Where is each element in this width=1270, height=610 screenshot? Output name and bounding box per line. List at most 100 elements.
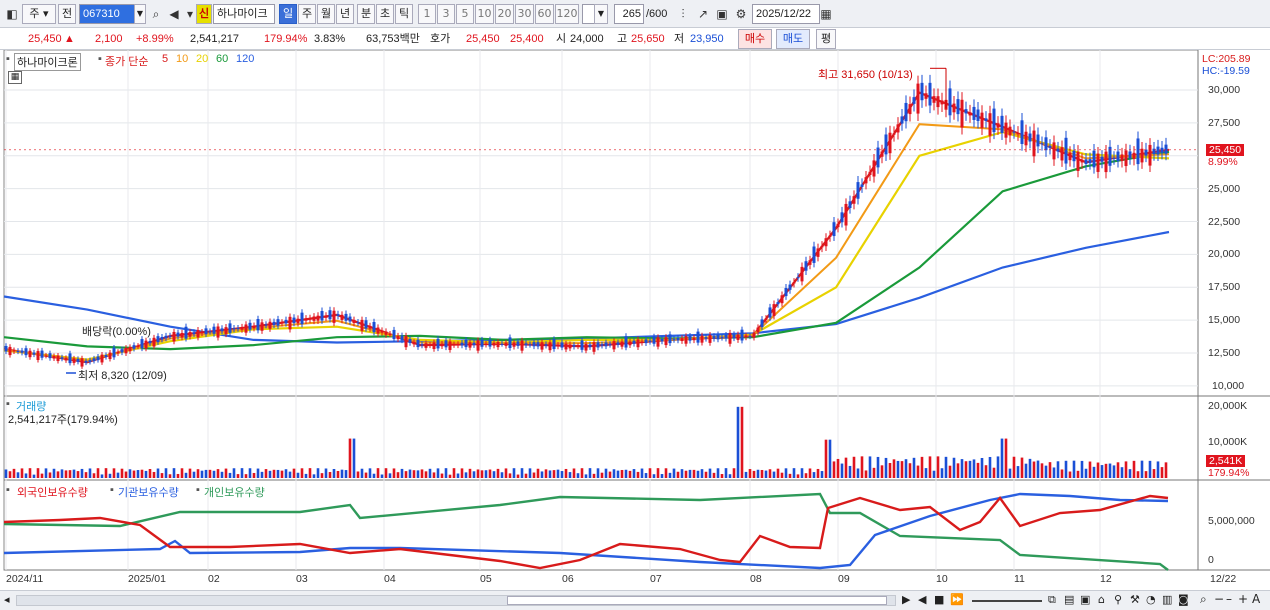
chart-icon[interactable]: ▥ (1162, 593, 1172, 606)
y-tick: 10,000 (1212, 380, 1245, 392)
quote-change-pct: +8.99% (136, 33, 174, 45)
play-icon[interactable]: ▶ (902, 593, 910, 606)
font-size-icon[interactable]: A (1252, 592, 1260, 606)
window-icon[interactable]: ◧ (4, 6, 20, 22)
table-icon[interactable]: ▦ (8, 71, 22, 84)
volume-bar (972, 459, 976, 478)
candle-body (836, 223, 840, 228)
volume-bar (388, 473, 392, 478)
chart-canvas[interactable] (0, 50, 1270, 590)
link-icon[interactable]: ⚲ (1114, 593, 1122, 606)
x-tick: 06 (562, 573, 574, 585)
search-icon[interactable]: ⌕ (1200, 592, 1207, 607)
interval-10-button[interactable]: 10 (475, 4, 494, 24)
lock-icon[interactable]: ⌂ (1098, 593, 1105, 606)
market-select[interactable]: 주 ▾ (22, 4, 56, 24)
zoom-slider[interactable] (972, 600, 1042, 602)
capture-icon[interactable]: ◙ (1178, 593, 1189, 606)
eval-button[interactable]: 평 (816, 29, 836, 49)
tools-icon[interactable]: ⚒ (1130, 593, 1140, 606)
candle-body (268, 321, 272, 329)
zoom-in-icon[interactable]: + (1238, 592, 1248, 606)
candle-body (596, 342, 600, 348)
compare-icon[interactable]: ↗ (695, 6, 711, 22)
volume-bar (864, 470, 868, 478)
interval-60-button[interactable]: 60 (535, 4, 554, 24)
interval-3-button[interactable]: 3 (437, 4, 455, 24)
zoom-out-icon[interactable]: − (1214, 592, 1224, 606)
period-day-button[interactable]: 일 (279, 4, 297, 24)
interval-20-button[interactable]: 20 (495, 4, 514, 24)
period-tick-button[interactable]: 틱 (395, 4, 413, 24)
custom-interval-dropdown[interactable]: ▼ (594, 4, 608, 24)
volume-bar (1024, 463, 1028, 478)
interval-5-button[interactable]: 5 (456, 4, 474, 24)
sell-button[interactable]: 매도 (776, 29, 810, 49)
volume-bar (296, 472, 300, 478)
volume-bar (1068, 471, 1072, 478)
candle-body (472, 342, 476, 346)
volume-bar (816, 468, 820, 478)
period-week-button[interactable]: 주 (298, 4, 316, 24)
minus-icon[interactable]: – (1226, 592, 1232, 606)
price-panel-title[interactable]: 하나마이크론 (14, 53, 81, 71)
candle-icon[interactable]: ⫶ (675, 6, 691, 22)
interval-1-button[interactable]: 1 (418, 4, 436, 24)
save-icon[interactable]: ▣ (714, 6, 730, 22)
volume-bar (912, 457, 916, 478)
candle-body (820, 245, 824, 248)
grid-icon[interactable]: ▤ (1064, 593, 1074, 606)
date-input[interactable]: 2025/12/22 (752, 4, 820, 24)
copy-icon[interactable]: ⧉ (1048, 593, 1056, 607)
count-input[interactable]: 265 (614, 4, 644, 24)
volume-bar (1060, 469, 1064, 478)
candle-body (456, 344, 460, 346)
volume-bar (128, 469, 132, 478)
scroll-left-icon[interactable]: ◂ (4, 593, 10, 606)
code-dropdown-button[interactable]: ▼ (134, 4, 146, 24)
candle-body (576, 346, 580, 348)
prev-button[interactable]: 전 (58, 4, 76, 24)
search-icon[interactable]: ⌕ (148, 6, 164, 22)
speaker-icon[interactable]: ◀ (166, 6, 182, 22)
candle-body (1140, 148, 1144, 163)
candle-body (504, 342, 508, 346)
lc-label: LC:205.89 (1202, 53, 1251, 65)
candle-body (584, 343, 588, 351)
volume-bar (1148, 460, 1152, 478)
stock-code-input[interactable]: 067310 (79, 4, 135, 24)
candle-body (920, 82, 924, 101)
candle-body (1040, 143, 1044, 145)
interval-30-button[interactable]: 30 (515, 4, 534, 24)
quote-price: 25,450 (28, 33, 62, 45)
volume-bar (1052, 467, 1056, 478)
volume-bar (536, 468, 540, 478)
calendar-icon[interactable]: ▦ (818, 6, 834, 22)
interval-120-button[interactable]: 120 (555, 4, 579, 24)
buy-button[interactable]: 매수 (738, 29, 772, 49)
period-second-button[interactable]: 초 (376, 4, 394, 24)
stock-name-field[interactable]: 하나마이크 (213, 4, 275, 24)
volume-bar (488, 469, 492, 478)
bell-icon[interactable]: ◔ (1146, 593, 1156, 606)
volume-bar (136, 470, 140, 478)
period-minute-button[interactable]: 분 (357, 4, 375, 24)
print-icon[interactable]: ▣ (1080, 593, 1090, 606)
candle-body (164, 335, 168, 339)
gear-icon[interactable]: ⚙ (733, 6, 749, 22)
candle-body (352, 319, 356, 324)
fast-forward-icon[interactable]: ⏩ (950, 593, 964, 606)
volume-bar (1056, 461, 1060, 478)
stop-icon[interactable]: ■ (934, 593, 944, 606)
period-year-button[interactable]: 년 (336, 4, 354, 24)
period-month-button[interactable]: 월 (317, 4, 335, 24)
horizontal-scrollbar[interactable] (16, 595, 896, 606)
candle-body (468, 342, 472, 348)
play-left-icon[interactable]: ◀ (918, 593, 926, 606)
volume-bar (272, 469, 276, 478)
volume-bar (992, 467, 996, 478)
candle-body (1000, 115, 1004, 134)
volume-bar (360, 468, 364, 478)
scroll-thumb[interactable] (507, 596, 887, 605)
legend-square-icon: ▪ (6, 398, 10, 410)
